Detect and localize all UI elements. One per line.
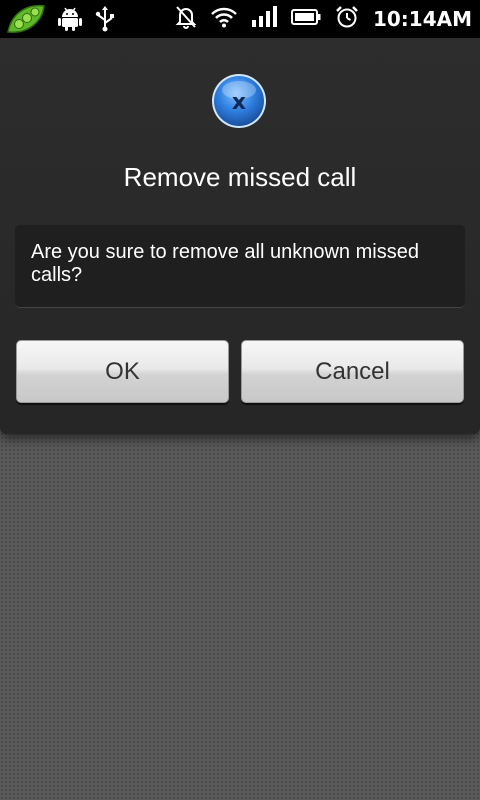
status-bar: 10:14AM: [0, 0, 480, 38]
ok-button[interactable]: OK: [16, 340, 229, 403]
battery-icon: [290, 8, 321, 30]
dialog-title: Remove missed call: [123, 162, 357, 192]
notifications-muted-icon: [175, 5, 197, 33]
alarm-icon: [335, 5, 359, 33]
message-box: Are you sure to remove all unknown misse…: [15, 225, 465, 308]
svg-text:x: x: [232, 90, 246, 115]
peapod-app-icon: [6, 2, 46, 40]
dialog-message: Are you sure to remove all unknown misse…: [31, 241, 419, 286]
remove-missed-call-dialog: x Remove missed call Are you sure to rem…: [0, 38, 480, 434]
cancel-button[interactable]: Cancel: [241, 340, 464, 403]
usb-icon: [94, 6, 116, 36]
status-bar-right: 10:14AM: [161, 0, 472, 38]
status-clock: 10:14AM: [372, 7, 472, 31]
android-debug-icon: [58, 6, 82, 36]
status-bar-left: [6, 2, 128, 40]
wifi-icon: [211, 6, 237, 32]
signal-icon: [251, 6, 277, 32]
close-x-icon: x: [211, 73, 267, 129]
